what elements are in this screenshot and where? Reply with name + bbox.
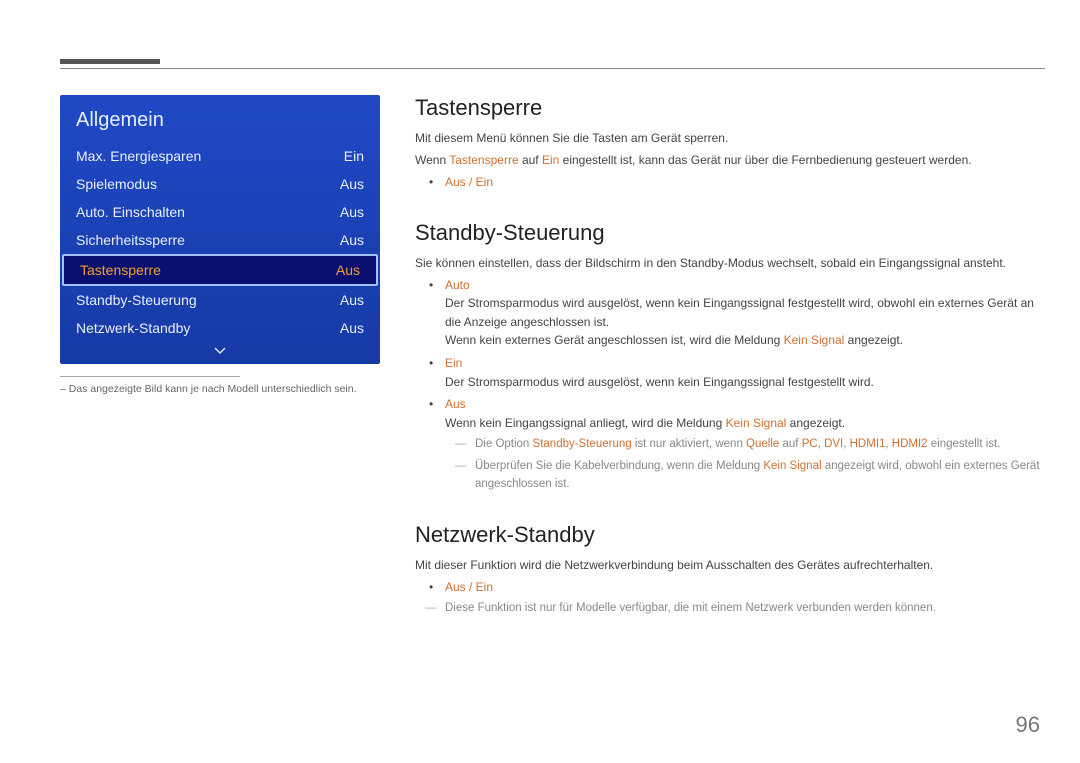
section-tastensperre: Tastensperre Mit diesem Menü können Sie … xyxy=(415,95,1045,192)
note-list: Diese Funktion ist nur für Modelle verfü… xyxy=(415,600,1045,618)
option-item-auto: Auto Der Stromsparmodus wird ausgelöst, … xyxy=(441,276,1045,350)
menu-item-label: Standby-Steuerung xyxy=(76,292,197,308)
menu-item-value: Aus xyxy=(340,320,364,336)
option-item-ein: Ein Der Stromsparmodus wird ausgelöst, w… xyxy=(441,354,1045,391)
menu-item-netzwerk-standby[interactable]: Netzwerk-Standby Aus xyxy=(60,314,380,342)
content-column: Tastensperre Mit diesem Menü können Sie … xyxy=(415,95,1045,622)
menu-item-value: Aus xyxy=(340,232,364,248)
header-rule xyxy=(60,68,1045,69)
section-netzwerk: Netzwerk-Standby Mit dieser Funktion wir… xyxy=(415,522,1045,618)
menu-item-label: Netzwerk-Standby xyxy=(76,320,190,336)
option-list: Aus / Ein xyxy=(415,173,1045,192)
settings-menu: Allgemein Max. Energiesparen Ein Spielemod… xyxy=(60,95,380,364)
page-number: 96 xyxy=(1016,712,1040,738)
text-line: Mit dieser Funktion wird die Netzwerkver… xyxy=(415,556,1045,574)
text-line: Sie können einstellen, dass der Bildschi… xyxy=(415,254,1045,272)
chevron-down-icon[interactable] xyxy=(60,342,380,360)
text-line: Mit diesem Menü können Sie die Tasten am… xyxy=(415,129,1045,147)
menu-item-value: Aus xyxy=(336,262,360,278)
text-line: Wenn Tastensperre auf Ein eingestellt is… xyxy=(415,151,1045,169)
note-item: Diese Funktion ist nur für Modelle verfü… xyxy=(441,600,1045,618)
header-rule-bold xyxy=(60,59,160,64)
menu-item-label: Spielemodus xyxy=(76,176,157,192)
note-item: Die Option Standby-Steuerung ist nur akt… xyxy=(471,436,1045,454)
menu-item-value: Ein xyxy=(344,148,364,164)
option-item: Aus / Ein xyxy=(441,173,1045,192)
menu-item-spielemodus[interactable]: Spielemodus Aus xyxy=(60,170,380,198)
menu-item-label: Max. Energiesparen xyxy=(76,148,201,164)
option-list: Auto Der Stromsparmodus wird ausgelöst, … xyxy=(415,276,1045,494)
option-item-aus: Aus Wenn kein Eingangssignal anliegt, wi… xyxy=(441,395,1045,494)
menu-item-value: Aus xyxy=(340,204,364,220)
figure-footnote-rule xyxy=(60,376,240,383)
option-item: Aus / Ein xyxy=(441,578,1045,597)
menu-item-label: Tastensperre xyxy=(80,262,161,278)
section-standby: Standby-Steuerung Sie können einstellen,… xyxy=(415,220,1045,494)
left-column: Allgemein Max. Energiesparen Ein Spielemod… xyxy=(60,95,380,622)
page-layout: Allgemein Max. Energiesparen Ein Spielemod… xyxy=(60,95,1045,622)
menu-item-sicherheitssperre[interactable]: Sicherheitssperre Aus xyxy=(60,226,380,254)
menu-item-standby-steuerung[interactable]: Standby-Steuerung Aus xyxy=(60,286,380,314)
heading-netzwerk: Netzwerk-Standby xyxy=(415,522,1045,548)
option-list: Aus / Ein xyxy=(415,578,1045,597)
heading-tastensperre: Tastensperre xyxy=(415,95,1045,121)
menu-item-max-energiesparen[interactable]: Max. Energiesparen Ein xyxy=(60,142,380,170)
note-list: Die Option Standby-Steuerung ist nur akt… xyxy=(445,436,1045,493)
menu-item-auto-einschalten[interactable]: Auto. Einschalten Aus xyxy=(60,198,380,226)
menu-title: Allgemein xyxy=(60,105,380,142)
heading-standby: Standby-Steuerung xyxy=(415,220,1045,246)
figure-footnote: – Das angezeigte Bild kann je nach Model… xyxy=(60,383,380,395)
menu-item-label: Sicherheitssperre xyxy=(76,232,185,248)
menu-item-label: Auto. Einschalten xyxy=(76,204,185,220)
menu-item-value: Aus xyxy=(340,292,364,308)
menu-item-value: Aus xyxy=(340,176,364,192)
menu-item-tastensperre[interactable]: Tastensperre Aus xyxy=(62,254,378,286)
note-item: Überprüfen Sie die Kabelverbindung, wenn… xyxy=(471,458,1045,494)
